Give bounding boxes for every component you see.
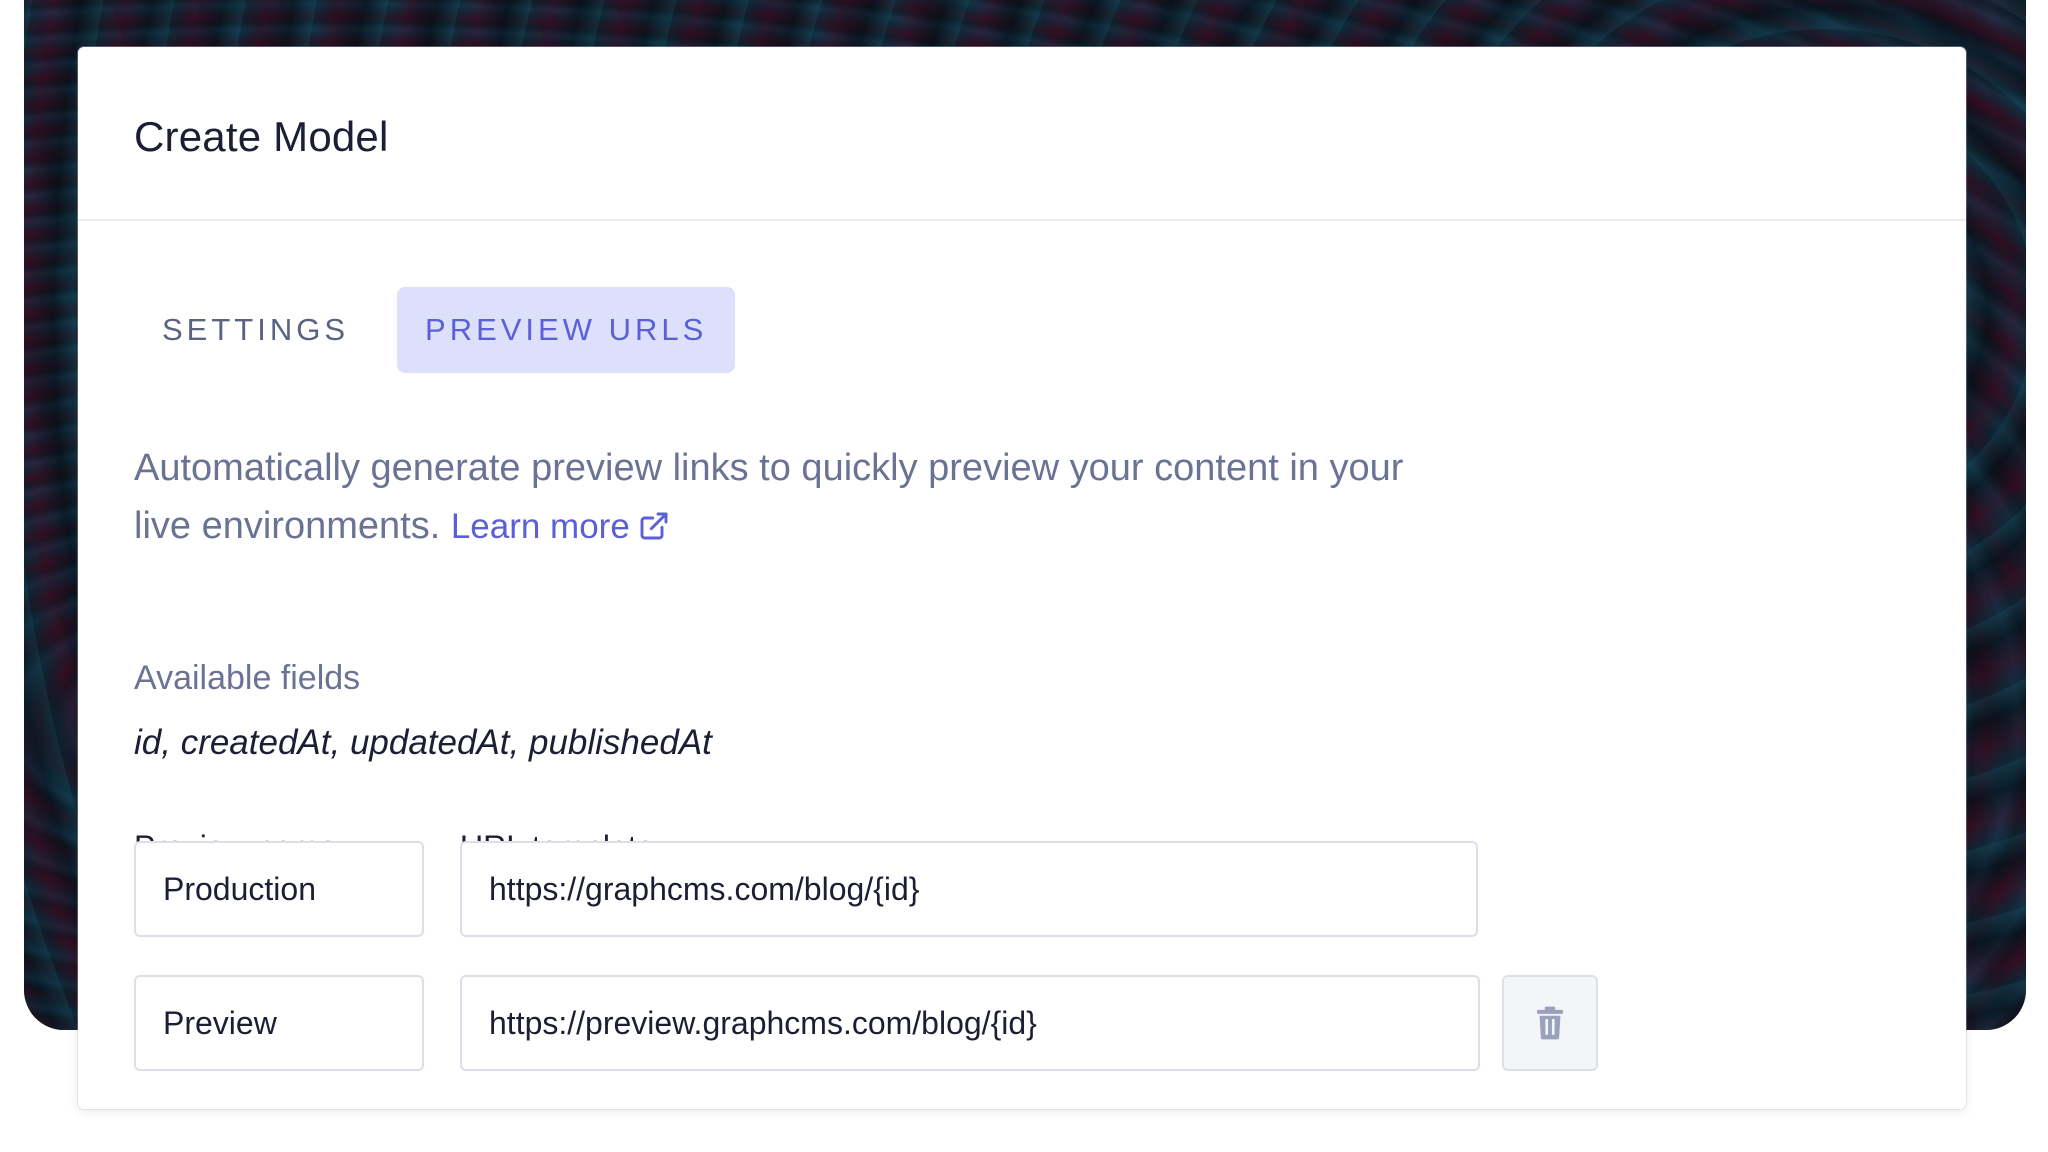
preview-name-input-production[interactable] (134, 841, 424, 937)
description: Automatically generate preview links to … (134, 439, 1454, 556)
create-model-modal: Create Model SETTINGS PREVIEW URLS Autom… (78, 47, 1966, 1109)
description-text: Automatically generate preview links to … (134, 447, 1404, 547)
learn-more-label: Learn more (450, 507, 630, 546)
tab-settings[interactable]: SETTINGS (134, 287, 377, 373)
trash-icon (1536, 1006, 1564, 1040)
preview-name-input-preview[interactable] (134, 975, 424, 1071)
delete-row-button[interactable] (1502, 975, 1598, 1071)
available-fields-label: Available fields (134, 659, 361, 697)
external-link-icon (640, 512, 668, 540)
url-template-input-preview[interactable] (460, 975, 1480, 1071)
tab-bar: SETTINGS PREVIEW URLS (134, 287, 736, 373)
modal-header: Create Model (78, 47, 1966, 221)
available-fields-list: id, createdAt, updatedAt, publishedAt (134, 723, 712, 762)
url-template-input-production[interactable] (460, 841, 1478, 937)
tab-preview-urls[interactable]: PREVIEW URLS (397, 287, 736, 373)
modal-title: Create Model (134, 113, 389, 160)
learn-more-link[interactable]: Learn more (451, 507, 670, 546)
